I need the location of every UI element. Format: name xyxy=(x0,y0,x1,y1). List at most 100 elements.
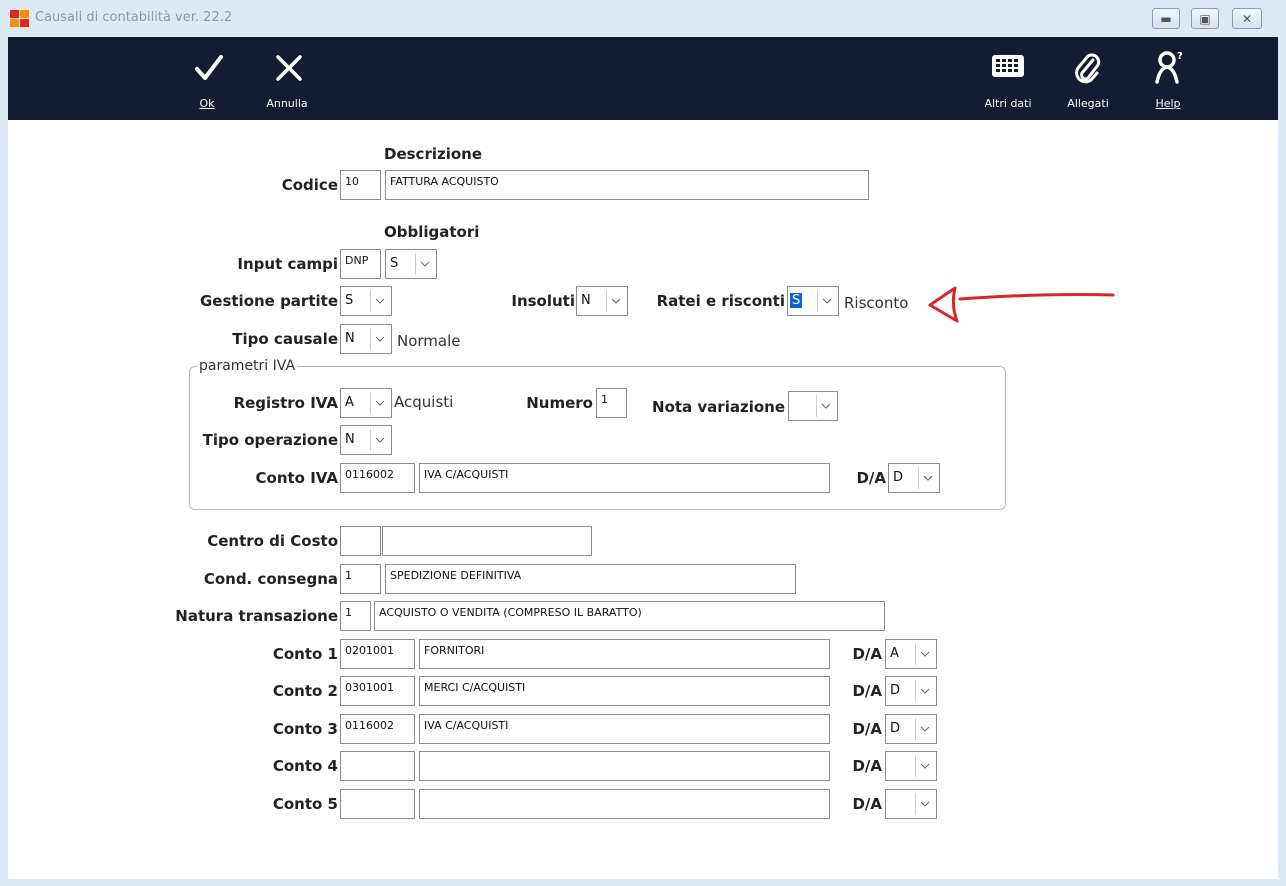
help-label: Help xyxy=(1155,97,1181,110)
conto-3-label: Conto 3 xyxy=(272,720,338,738)
registro-iva-select[interactable]: A xyxy=(340,388,392,418)
conto-4-da-label: D/A xyxy=(852,757,882,775)
checkmark-icon xyxy=(195,55,223,80)
input-campi-label: Input campi xyxy=(237,255,338,273)
input-campi-select[interactable]: S xyxy=(385,249,437,279)
conto-3-da-value: D xyxy=(890,721,901,736)
insoluti-label: Insoluti xyxy=(511,292,575,310)
conto-2-desc-input[interactable]: MERCI C/ACQUISTI xyxy=(419,676,830,706)
altri-dati-label: Altri dati xyxy=(984,97,1032,110)
tipo-causale-select[interactable]: N xyxy=(340,324,392,354)
altri-dati-button[interactable]: Altri dati xyxy=(981,37,1035,120)
help-person-icon: ? xyxy=(1155,51,1183,84)
svg-text:?: ? xyxy=(1177,51,1183,62)
ratei-risconti-value: S xyxy=(790,293,803,308)
conto-iva-da-select[interactable]: D xyxy=(888,463,940,493)
tipo-operazione-value: N xyxy=(345,432,355,447)
close-window-button[interactable]: ✕ xyxy=(1232,8,1262,29)
chevron-down-icon xyxy=(415,253,434,275)
registro-iva-desc: Acquisti xyxy=(394,393,454,411)
ok-button[interactable]: Ok xyxy=(186,37,228,120)
app-logo-icon xyxy=(10,10,30,28)
conto-4-da-select[interactable] xyxy=(885,751,937,781)
conto-iva-da-value: D xyxy=(893,470,904,485)
tipo-operazione-label: Tipo operazione xyxy=(202,431,338,449)
conto-4-code-input[interactable] xyxy=(340,751,415,781)
cancel-x-icon xyxy=(276,55,302,81)
conto-1-label: Conto 1 xyxy=(272,645,338,663)
conto-1-da-select[interactable]: A xyxy=(885,639,937,669)
conto-2-code-input[interactable]: 0301001 xyxy=(340,676,415,706)
conto-3-code-input[interactable]: 0116002 xyxy=(340,714,415,744)
centro-costo-desc-input[interactable] xyxy=(382,526,592,556)
cond-consegna-label: Cond. consegna xyxy=(203,570,338,588)
minimize-button[interactable]: ▬ xyxy=(1152,8,1180,29)
gestione-partite-label: Gestione partite xyxy=(199,292,338,310)
red-annotation-arrow xyxy=(928,286,1115,323)
tipo-causale-desc: Normale xyxy=(397,332,461,350)
conto-1-desc-input[interactable]: FORNITORI xyxy=(419,639,830,669)
maximize-button[interactable]: ▣ xyxy=(1191,8,1219,29)
toolbar: Ok Annulla Altri dati Allegati ? Help xyxy=(8,37,1278,120)
conto-iva-desc-input[interactable]: IVA C/ACQUISTI xyxy=(419,463,830,493)
chevron-down-icon xyxy=(370,328,389,350)
gestione-partite-select[interactable]: S xyxy=(340,286,392,316)
conto-3-da-select[interactable]: D xyxy=(885,714,937,744)
conto-5-desc-input[interactable] xyxy=(419,789,830,819)
registro-iva-value: A xyxy=(345,395,354,410)
registro-iva-label: Registro IVA xyxy=(233,394,338,412)
window-title: Causali di contabilità ver. 22.2 xyxy=(35,10,233,25)
help-button[interactable]: ? Help xyxy=(1148,37,1188,120)
conto-5-da-select[interactable] xyxy=(885,789,937,819)
chevron-down-icon xyxy=(915,718,934,740)
conto-5-code-input[interactable] xyxy=(340,789,415,819)
input-campi-select-value: S xyxy=(390,256,399,271)
chevron-down-icon xyxy=(370,429,389,451)
conto-3-desc-input[interactable]: IVA C/ACQUISTI xyxy=(419,714,830,744)
obbligatori-header: Obbligatori xyxy=(384,223,480,241)
codice-input[interactable]: 10 xyxy=(340,170,381,200)
chevron-down-icon xyxy=(915,680,934,702)
annulla-button[interactable]: Annulla xyxy=(262,37,312,120)
conto-iva-label: Conto IVA xyxy=(255,469,338,487)
gestione-partite-value: S xyxy=(345,293,354,308)
centro-costo-code-input[interactable] xyxy=(340,526,381,556)
natura-transazione-desc-input[interactable]: ACQUISTO O VENDITA (COMPRESO IL BARATTO) xyxy=(374,601,885,631)
cond-consegna-desc-input[interactable]: SPEDIZIONE DEFINITIVA xyxy=(385,564,796,594)
conto-iva-da-label: D/A xyxy=(856,469,886,487)
paperclip-icon xyxy=(1075,53,1101,84)
chevron-down-icon xyxy=(915,793,934,815)
conto-4-desc-input[interactable] xyxy=(419,751,830,781)
tipo-operazione-select[interactable]: N xyxy=(340,425,392,455)
chevron-down-icon xyxy=(817,290,836,312)
cond-consegna-code-input[interactable]: 1 xyxy=(340,564,381,594)
conto-iva-code-input[interactable]: 0116002 xyxy=(340,463,415,493)
conto-2-da-value: D xyxy=(890,683,901,698)
minimize-icon: ▬ xyxy=(1160,11,1172,26)
conto-3-da-label: D/A xyxy=(852,720,882,738)
ok-label: Ok xyxy=(199,97,215,110)
conto-5-da-label: D/A xyxy=(852,795,882,813)
input-campi-input[interactable]: DNP xyxy=(340,249,381,279)
insoluti-select[interactable]: N xyxy=(576,286,628,316)
natura-transazione-code-input[interactable]: 1 xyxy=(340,601,371,631)
chevron-down-icon xyxy=(918,467,937,489)
numero-label: Numero xyxy=(526,394,593,412)
restore-icon: ▣ xyxy=(1199,11,1211,26)
descrizione-input[interactable]: FATTURA ACQUISTO xyxy=(385,170,869,200)
tipo-causale-value: N xyxy=(345,331,355,346)
allegati-button[interactable]: Allegati xyxy=(1063,37,1113,120)
parametri-iva-title: parametri IVA xyxy=(197,358,298,374)
allegati-label: Allegati xyxy=(1067,97,1109,110)
conto-1-da-value: A xyxy=(890,646,899,661)
chevron-down-icon xyxy=(370,290,389,312)
numero-input[interactable]: 1 xyxy=(596,388,627,418)
conto-2-label: Conto 2 xyxy=(272,682,338,700)
ratei-risconti-select[interactable]: S xyxy=(787,286,839,316)
conto-2-da-select[interactable]: D xyxy=(885,676,937,706)
annulla-label: Annulla xyxy=(266,97,308,110)
nota-variazione-select[interactable] xyxy=(788,391,838,421)
conto-1-da-label: D/A xyxy=(852,645,882,663)
conto-1-code-input[interactable]: 0201001 xyxy=(340,639,415,669)
ratei-risconti-label: Ratei e risconti xyxy=(656,292,785,310)
